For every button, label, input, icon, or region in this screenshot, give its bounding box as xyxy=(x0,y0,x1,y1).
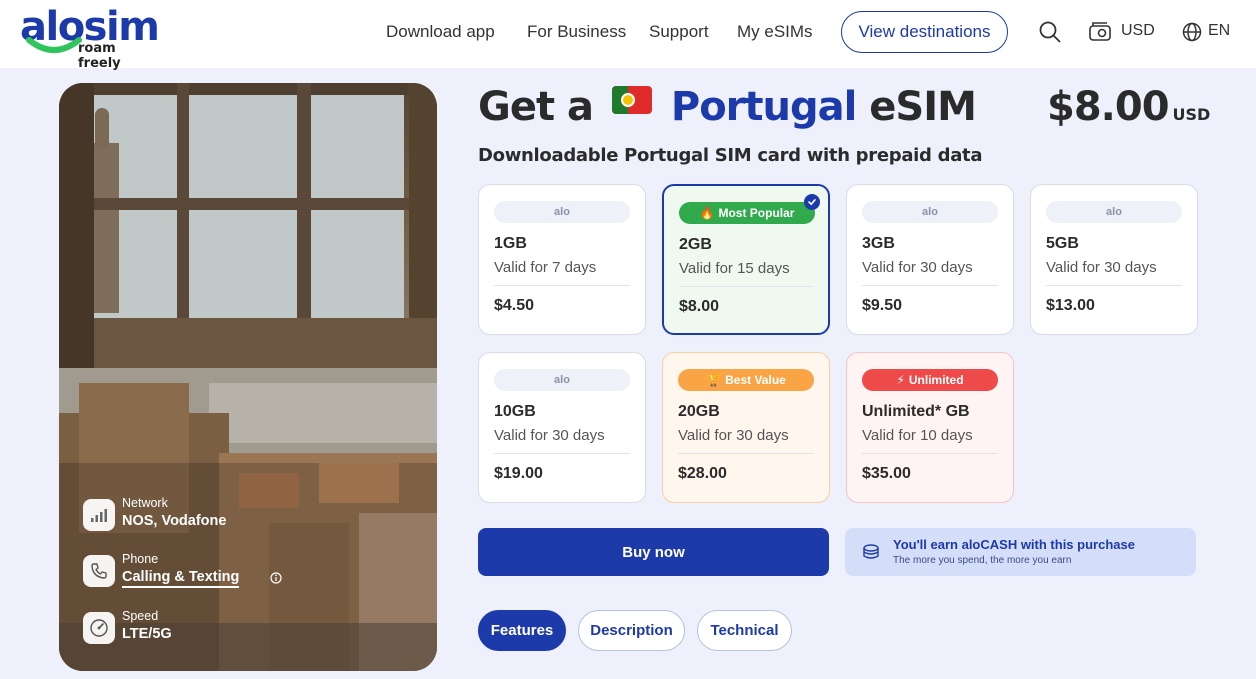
speedometer-icon xyxy=(83,612,115,644)
logo-tagline: roam freely xyxy=(78,41,121,71)
nav-my-esims[interactable]: My eSIMs xyxy=(737,22,813,42)
page-subtitle: Downloadable Portugal SIM card with prep… xyxy=(478,145,983,166)
price-display: $8.00 USD xyxy=(1047,84,1210,130)
tab-technical[interactable]: Technical xyxy=(697,610,792,651)
plan-badge: alo xyxy=(1046,201,1182,223)
plan-divider xyxy=(679,286,813,287)
title-country: Portugal xyxy=(670,84,857,130)
price-currency: USD xyxy=(1172,105,1211,124)
plan-data: 20GB xyxy=(678,403,720,420)
plan-data: 5GB xyxy=(1046,235,1079,252)
fire-icon: 🔥 xyxy=(699,206,715,220)
plan-data: 3GB xyxy=(862,235,895,252)
currency-label: USD xyxy=(1121,22,1155,39)
plan-card-2gb[interactable]: 🔥 Most Popular 2GB Valid for 15 days $8.0… xyxy=(662,184,830,335)
plan-card-10gb[interactable]: alo 10GB Valid for 30 days $19.00 xyxy=(478,352,646,503)
selected-check-icon xyxy=(804,194,820,210)
plan-data: 2GB xyxy=(679,236,712,253)
plan-data: 10GB xyxy=(494,403,536,420)
plan-divider xyxy=(862,453,998,454)
plan-validity: Valid for 10 days xyxy=(862,427,973,444)
alocash-title: You'll earn aloCASH with this purchase xyxy=(893,537,1135,552)
plan-divider xyxy=(494,453,630,454)
tab-description[interactable]: Description xyxy=(578,610,685,651)
plan-badge-label: Unlimited xyxy=(908,373,964,387)
plan-price: $35.00 xyxy=(862,465,911,482)
plan-validity: Valid for 30 days xyxy=(678,427,789,444)
nav-download-app[interactable]: Download app xyxy=(386,22,495,42)
plan-card-20gb[interactable]: 🏆 Best Value 20GB Valid for 30 days $28.0… xyxy=(662,352,830,503)
coins-icon xyxy=(863,544,879,559)
spec-network-value: NOS, Vodafone xyxy=(122,513,227,529)
plan-validity: Valid for 30 days xyxy=(862,259,973,276)
portugal-hero-image: Network NOS, Vodafone Phone Calling & Te… xyxy=(59,83,437,671)
plan-validity: Valid for 15 days xyxy=(679,260,790,277)
spec-phone-value[interactable]: Calling & Texting xyxy=(122,569,240,588)
view-destinations-button[interactable]: View destinations xyxy=(841,11,1008,53)
spec-speed-label: Speed xyxy=(122,609,159,623)
portugal-flag-icon xyxy=(611,86,652,114)
plan-validity: Valid for 30 days xyxy=(494,427,605,444)
search-icon[interactable] xyxy=(1038,19,1062,45)
globe-icon xyxy=(1182,22,1202,42)
logo-smile-icon xyxy=(26,37,82,53)
currency-icon xyxy=(1089,22,1111,41)
plan-card-unlimited[interactable]: ⚡ Unlimited Unlimited* GB Valid for 10 da… xyxy=(846,352,1014,503)
plan-badge-label: Best Value xyxy=(725,373,786,387)
plan-price: $8.00 xyxy=(679,298,720,315)
spec-phone-label: Phone xyxy=(122,552,159,566)
alocash-subtitle: The more you spend, the more you earn xyxy=(893,555,1072,566)
site-header: alosim roam freely Download app For Busi… xyxy=(0,0,1256,71)
plan-validity: Valid for 7 days xyxy=(494,259,597,276)
tab-features[interactable]: Features xyxy=(478,610,566,651)
title-suffix: eSIM xyxy=(869,84,977,130)
info-icon[interactable] xyxy=(270,572,282,584)
spec-network-label: Network xyxy=(122,496,168,510)
plan-badge-label: Most Popular xyxy=(718,206,795,220)
signal-bars-icon xyxy=(83,499,115,531)
nav-for-business[interactable]: For Business xyxy=(527,22,626,42)
trophy-icon: 🏆 xyxy=(706,373,722,387)
spec-speed-value: LTE/5G xyxy=(122,626,172,642)
plan-card-1gb[interactable]: alo 1GB Valid for 7 days $4.50 xyxy=(478,184,646,335)
lightning-icon: ⚡ xyxy=(896,373,905,387)
alocash-banner: You'll earn aloCASH with this purchase T… xyxy=(845,528,1196,576)
alosim-logo[interactable]: alosim roam freely xyxy=(20,4,160,71)
plan-divider xyxy=(678,453,814,454)
plan-badge-best-value: 🏆 Best Value xyxy=(678,369,814,391)
plan-price: $4.50 xyxy=(494,297,535,314)
language-label: EN xyxy=(1208,22,1231,39)
plan-price: $13.00 xyxy=(1046,297,1095,314)
page-title: Get a Portugal eSIM xyxy=(478,84,977,134)
plan-card-5gb[interactable]: alo 5GB Valid for 30 days $13.00 xyxy=(1030,184,1198,335)
phone-icon xyxy=(83,555,115,587)
plan-divider xyxy=(862,285,998,286)
plan-validity: Valid for 30 days xyxy=(1046,259,1157,276)
plan-data: 1GB xyxy=(494,235,527,252)
plan-price: $19.00 xyxy=(494,465,543,482)
plan-divider xyxy=(1046,285,1182,286)
nav-support[interactable]: Support xyxy=(649,22,709,42)
title-prefix: Get a xyxy=(478,84,594,130)
plan-badge-unlimited: ⚡ Unlimited xyxy=(862,369,998,391)
plan-badge-most-popular: 🔥 Most Popular xyxy=(679,202,815,224)
price-value: $8.00 xyxy=(1047,84,1170,130)
plan-badge: alo xyxy=(494,201,630,223)
plan-data: Unlimited* GB xyxy=(862,403,970,420)
plan-badge: alo xyxy=(862,201,998,223)
plan-badge: alo xyxy=(494,369,630,391)
porto-window-photo xyxy=(59,83,437,671)
plan-card-3gb[interactable]: alo 3GB Valid for 30 days $9.50 xyxy=(846,184,1014,335)
plan-divider xyxy=(494,285,630,286)
plan-price: $28.00 xyxy=(678,465,727,482)
plan-price: $9.50 xyxy=(862,297,903,314)
buy-now-button[interactable]: Buy now xyxy=(478,528,829,576)
